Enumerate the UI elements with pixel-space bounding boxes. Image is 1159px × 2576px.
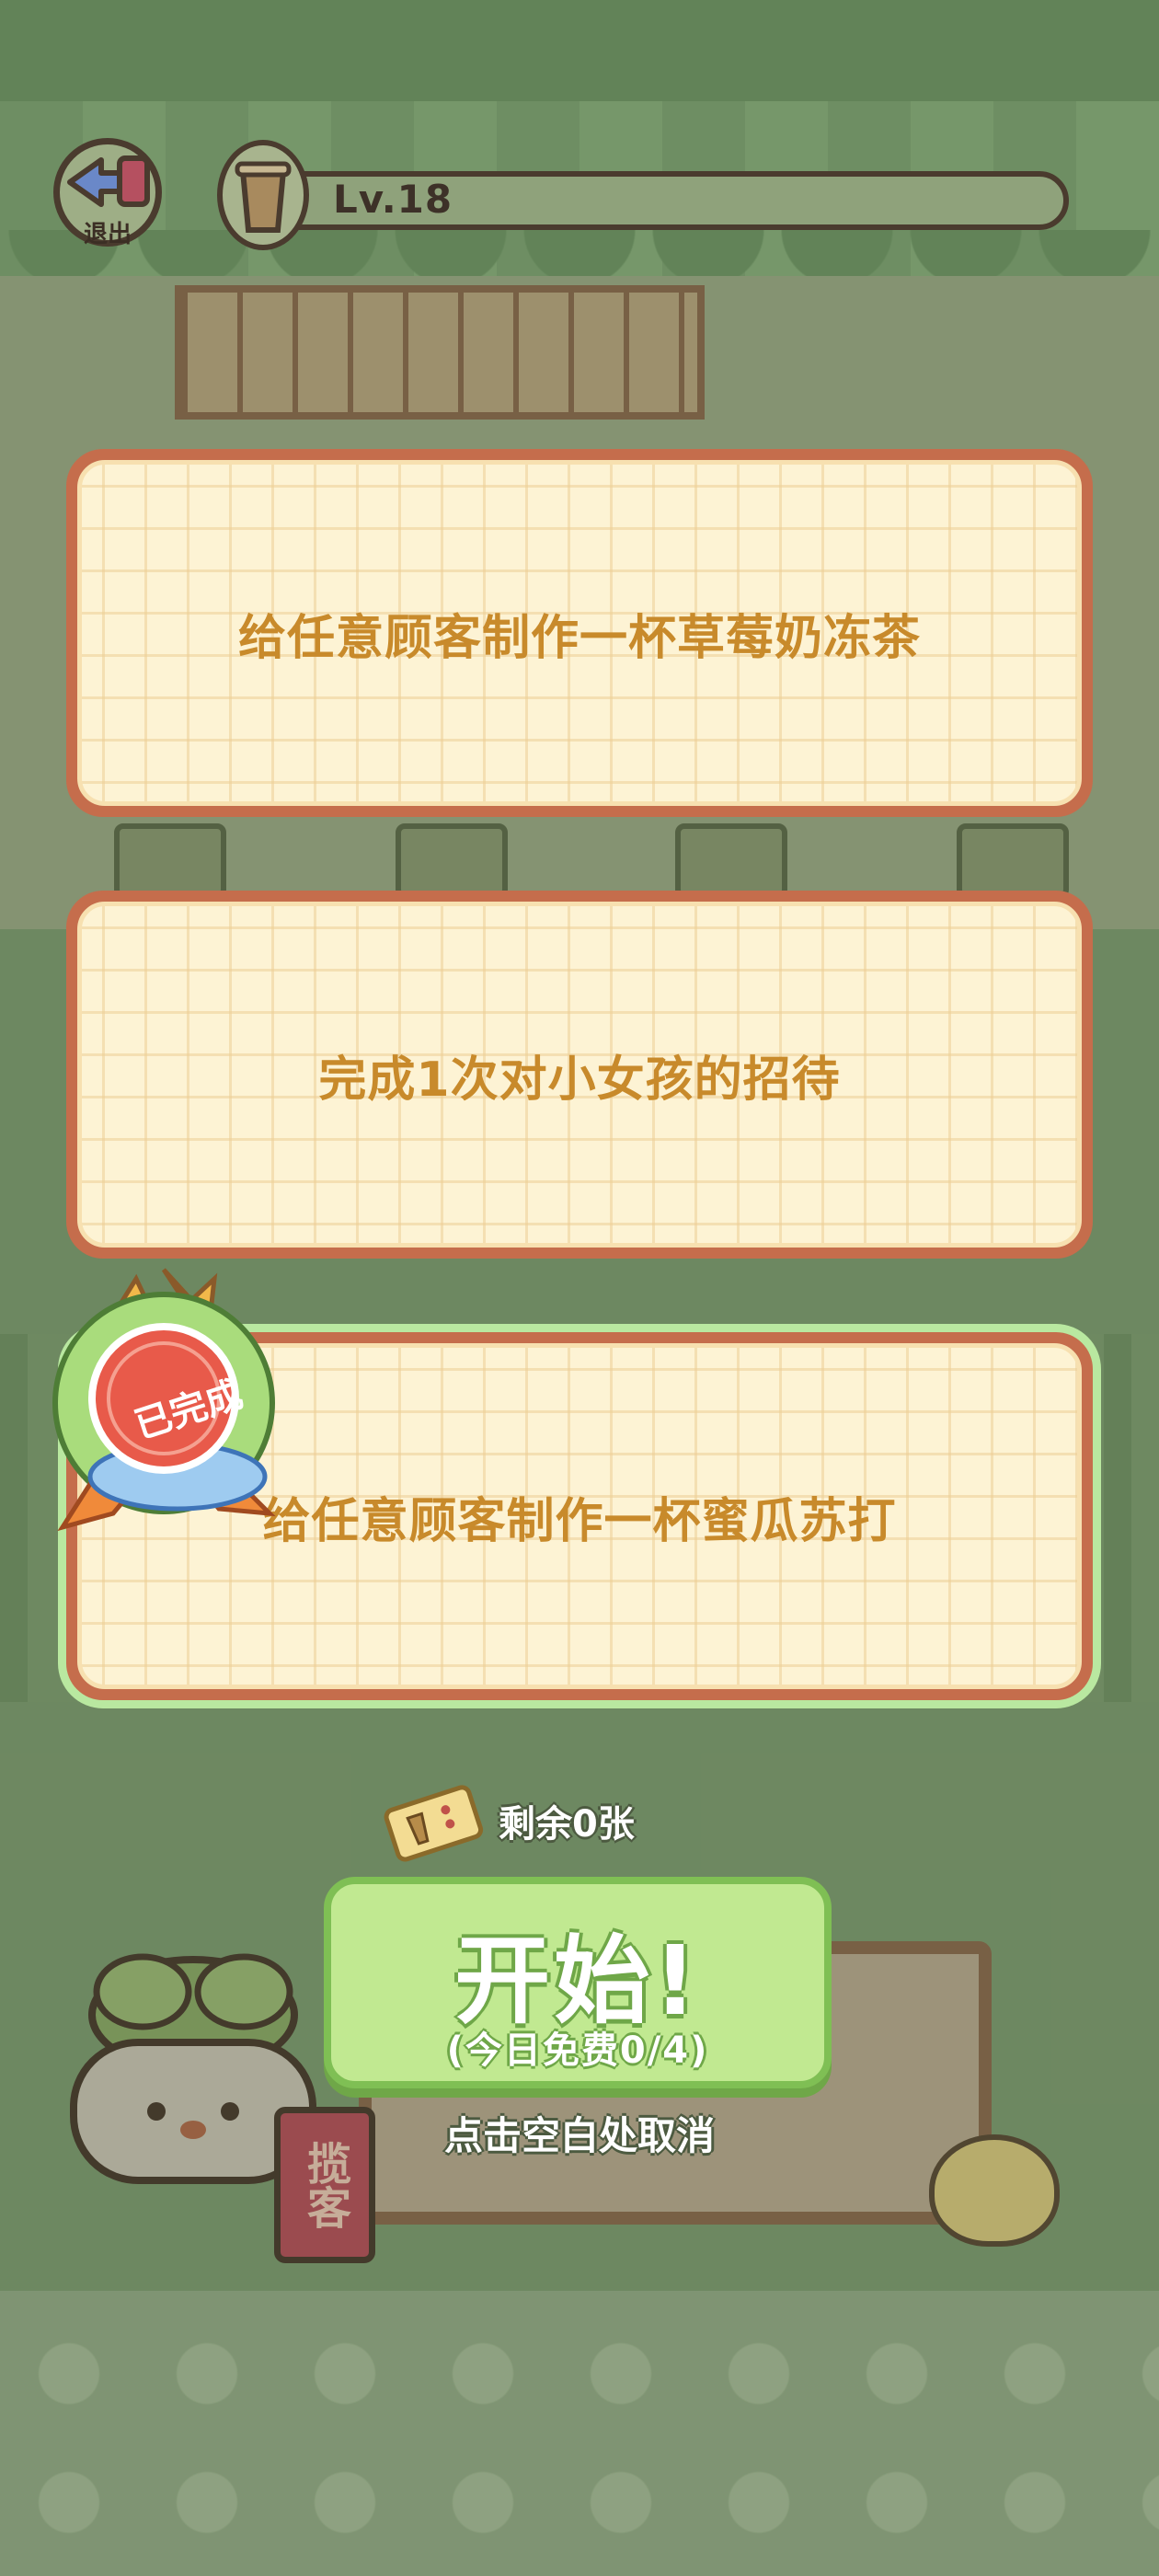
free-count-label: (今日免费0/4) — [446, 2030, 709, 2072]
task-text: 完成1次对小女孩的招待 — [318, 1052, 841, 1108]
task-text: 给任意顾客制作一杯草莓奶冻茶 — [237, 610, 921, 666]
task-card-2[interactable]: 完成1次对小女孩的招待 — [66, 891, 1093, 1259]
task-card-1[interactable]: 给任意顾客制作一杯草莓奶冻茶 — [66, 449, 1093, 817]
cup-graphic — [235, 161, 292, 233]
exit-button[interactable]: 退出 — [53, 138, 162, 258]
start-button[interactable]: 开始! (今日免费0/4) — [324, 1877, 832, 2088]
cancel-hint: 点击空白处取消 — [443, 2113, 715, 2158]
completed-badge: 已完成 — [26, 1251, 311, 1546]
exit-label: 退出 — [83, 221, 132, 248]
task-text: 给任意顾客制作一杯蜜瓜苏打 — [262, 1493, 897, 1549]
ticket-icon — [384, 1785, 484, 1862]
task-card-panel: 完成1次对小女孩的招待 — [77, 902, 1082, 1248]
tickets-remaining: 剩余0张 — [499, 1803, 635, 1846]
task-card-panel: 给任意顾客制作一杯草莓奶冻茶 — [77, 460, 1082, 806]
back-arrow-icon — [67, 155, 150, 207]
level-text: Lv.18 — [333, 177, 453, 222]
milk-tea-cup-icon — [217, 140, 309, 250]
